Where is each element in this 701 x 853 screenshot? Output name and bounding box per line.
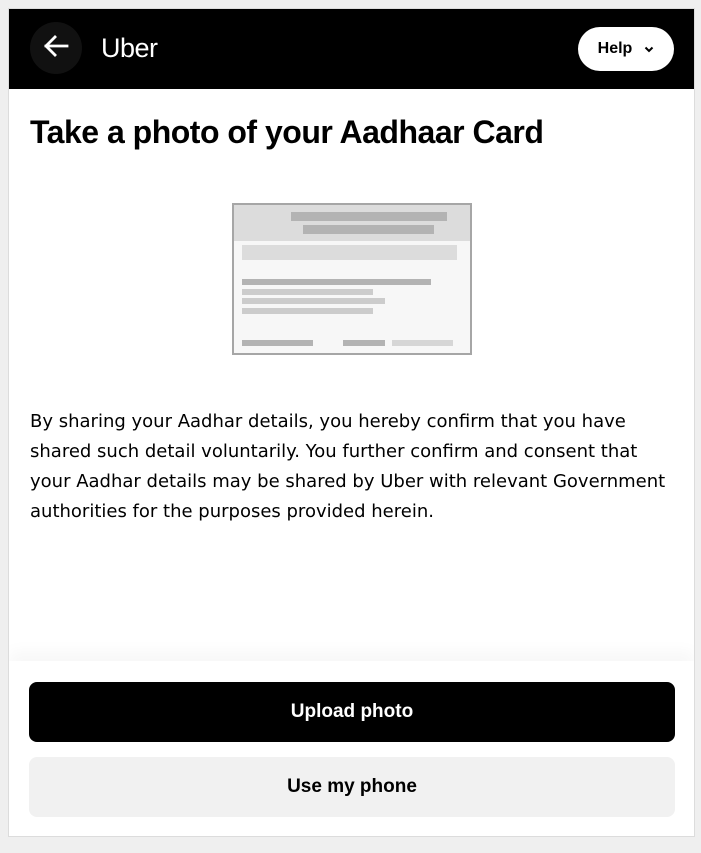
back-button[interactable]	[30, 22, 82, 74]
page-title: Take a photo of your Aadhaar Card	[30, 114, 544, 150]
help-button[interactable]: Help	[578, 27, 674, 71]
chevron-down-icon	[644, 40, 654, 58]
upload-photo-button[interactable]: Upload photo	[29, 682, 675, 742]
help-label: Help	[597, 40, 633, 57]
consent-text: By sharing your Aadhar details, you here…	[30, 411, 666, 522]
uber-logo: Uber	[101, 33, 158, 63]
action-footer: Upload photo Use my phone	[9, 661, 694, 836]
arrow-left-icon	[43, 34, 69, 62]
use-my-phone-button[interactable]: Use my phone	[29, 757, 675, 817]
id-card-illustration	[232, 203, 474, 362]
page-frame: Uber Help Take a photo of your Aadhaar C…	[8, 8, 695, 837]
app-header: Uber Help	[9, 9, 694, 89]
